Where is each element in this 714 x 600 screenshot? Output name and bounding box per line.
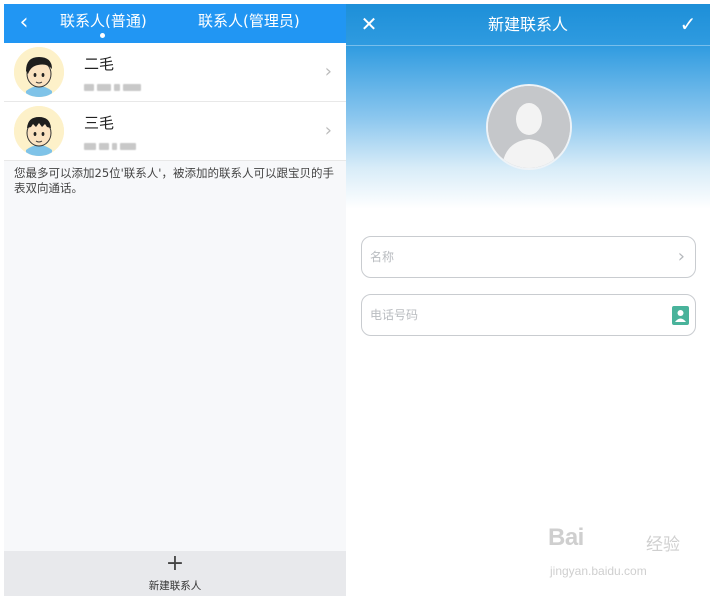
new-contact-button[interactable]: + 新建联系人 [4,551,346,596]
chevron-right-icon: › [324,61,332,82]
name-input[interactable] [370,237,660,277]
contact-name: 三毛 [84,114,115,132]
chevron-right-icon: › [677,246,685,267]
page-title: 新建联系人 [487,15,568,34]
contact-name: 二毛 [84,55,115,73]
back-button[interactable]: ‹ [12,10,36,36]
contacts-header: ‹ 联系人(普通) 联系人(管理员) [4,4,346,43]
contact-row[interactable]: 二毛 › [4,43,346,102]
chevron-right-icon: › [324,120,332,141]
default-avatar-icon [488,86,570,168]
chevron-left-icon: ‹ [19,10,29,35]
contact-book-icon[interactable] [672,306,689,325]
cartoon-boy-avatar-icon [14,106,64,156]
confirm-button[interactable]: ✓ [676,12,700,36]
watermark-logo-text: 经验 [646,535,680,555]
cartoon-boy-avatar-icon [14,47,64,97]
active-tab-indicator [100,33,105,38]
contact-row[interactable]: 三毛 › [4,102,346,161]
contact-photo-picker[interactable] [486,84,572,170]
new-contact-label: 新建联系人 [148,580,202,592]
phone-field-container [361,294,696,336]
baidu-jingyan-watermark: Bai 经验 jingyan.baidu.com [548,524,704,588]
tab-contacts-admin[interactable]: 联系人(管理员) [198,4,300,43]
new-contact-screen: ✕ 新建联系人 ✓ › Bai 经验 jingyan.baidu.com [346,4,710,596]
watermark-logo: Bai [548,524,584,551]
plus-icon: + [165,551,185,576]
phone-input[interactable] [370,295,660,335]
watermark-url: jingyan.baidu.com [550,564,647,578]
contact-phone-blurred [84,76,164,91]
contact-limit-notice: 您最多可以添加25位'联系人'，被添加的联系人可以跟宝贝的手表双向通话。 [14,166,334,195]
name-field-container: › [361,236,696,278]
new-contact-header: ✕ 新建联系人 ✓ [346,4,710,46]
contact-phone-blurred [84,135,164,150]
contacts-screen: ‹ 联系人(普通) 联系人(管理员) 二毛 › 三毛 › 您最多可以添加25位'… [4,4,346,596]
check-icon: ✓ [679,12,697,36]
